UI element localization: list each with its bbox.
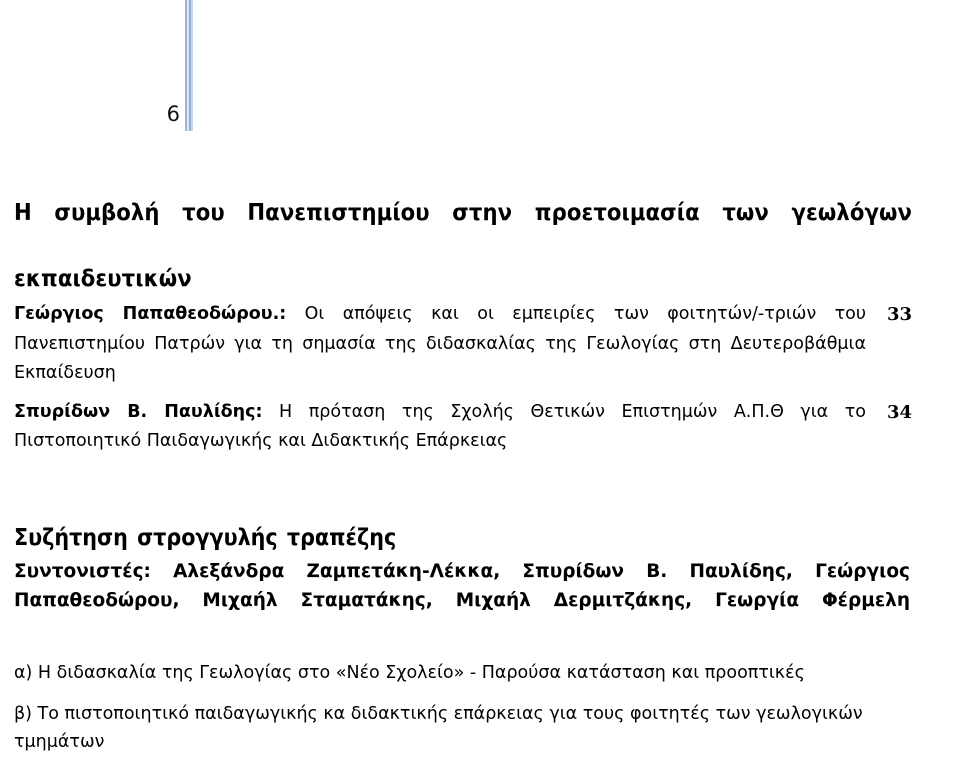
entry-page-number: 33 (886, 304, 912, 325)
page-title-line-2: εκπαιδευτικών (14, 264, 192, 292)
page-title-line-1: Η συμβολή του Πανεπιστημίου στην προετοι… (14, 198, 912, 226)
roundtable-topic: α) Η διδασκαλία της Γεωλογίας στο «Νέο Σ… (14, 662, 805, 683)
roundtable-heading: Συζήτηση στρογγυλής τραπέζης (14, 524, 397, 551)
page-title: Η συμβολή του Πανεπιστημίου στην προετοι… (14, 196, 912, 295)
document-page: { "page": { "number": "6", "rule_color":… (0, 0, 960, 757)
document-content: Η συμβολή του Πανεπιστημίου στην προετοι… (14, 196, 912, 756)
page-header: 6 (0, 0, 960, 150)
roundtable-topic: β) Το πιστοποιητικό παιδαγωγικής κα διδα… (14, 703, 863, 752)
toc-entry: Σπυρίδων Β. Παυλίδης: Η πρόταση της Σχολ… (14, 398, 912, 457)
page-number: 6 (166, 102, 180, 126)
page-border-rule (184, 0, 193, 131)
roundtable-moderators: Συντονιστές: Αλεξάνδρα Ζαμπετάκη-Λέκκα, … (14, 560, 910, 611)
entry-author: Σπυρίδων Β. Παυλίδης: (14, 401, 263, 422)
entry-page-number: 34 (886, 401, 912, 423)
entry-author: Γεώργιος Παπαθεοδώρου.: (14, 304, 287, 324)
toc-entry: Γεώργιος Παπαθεοδώρου.: Οι απόψεις και ο… (14, 300, 912, 389)
